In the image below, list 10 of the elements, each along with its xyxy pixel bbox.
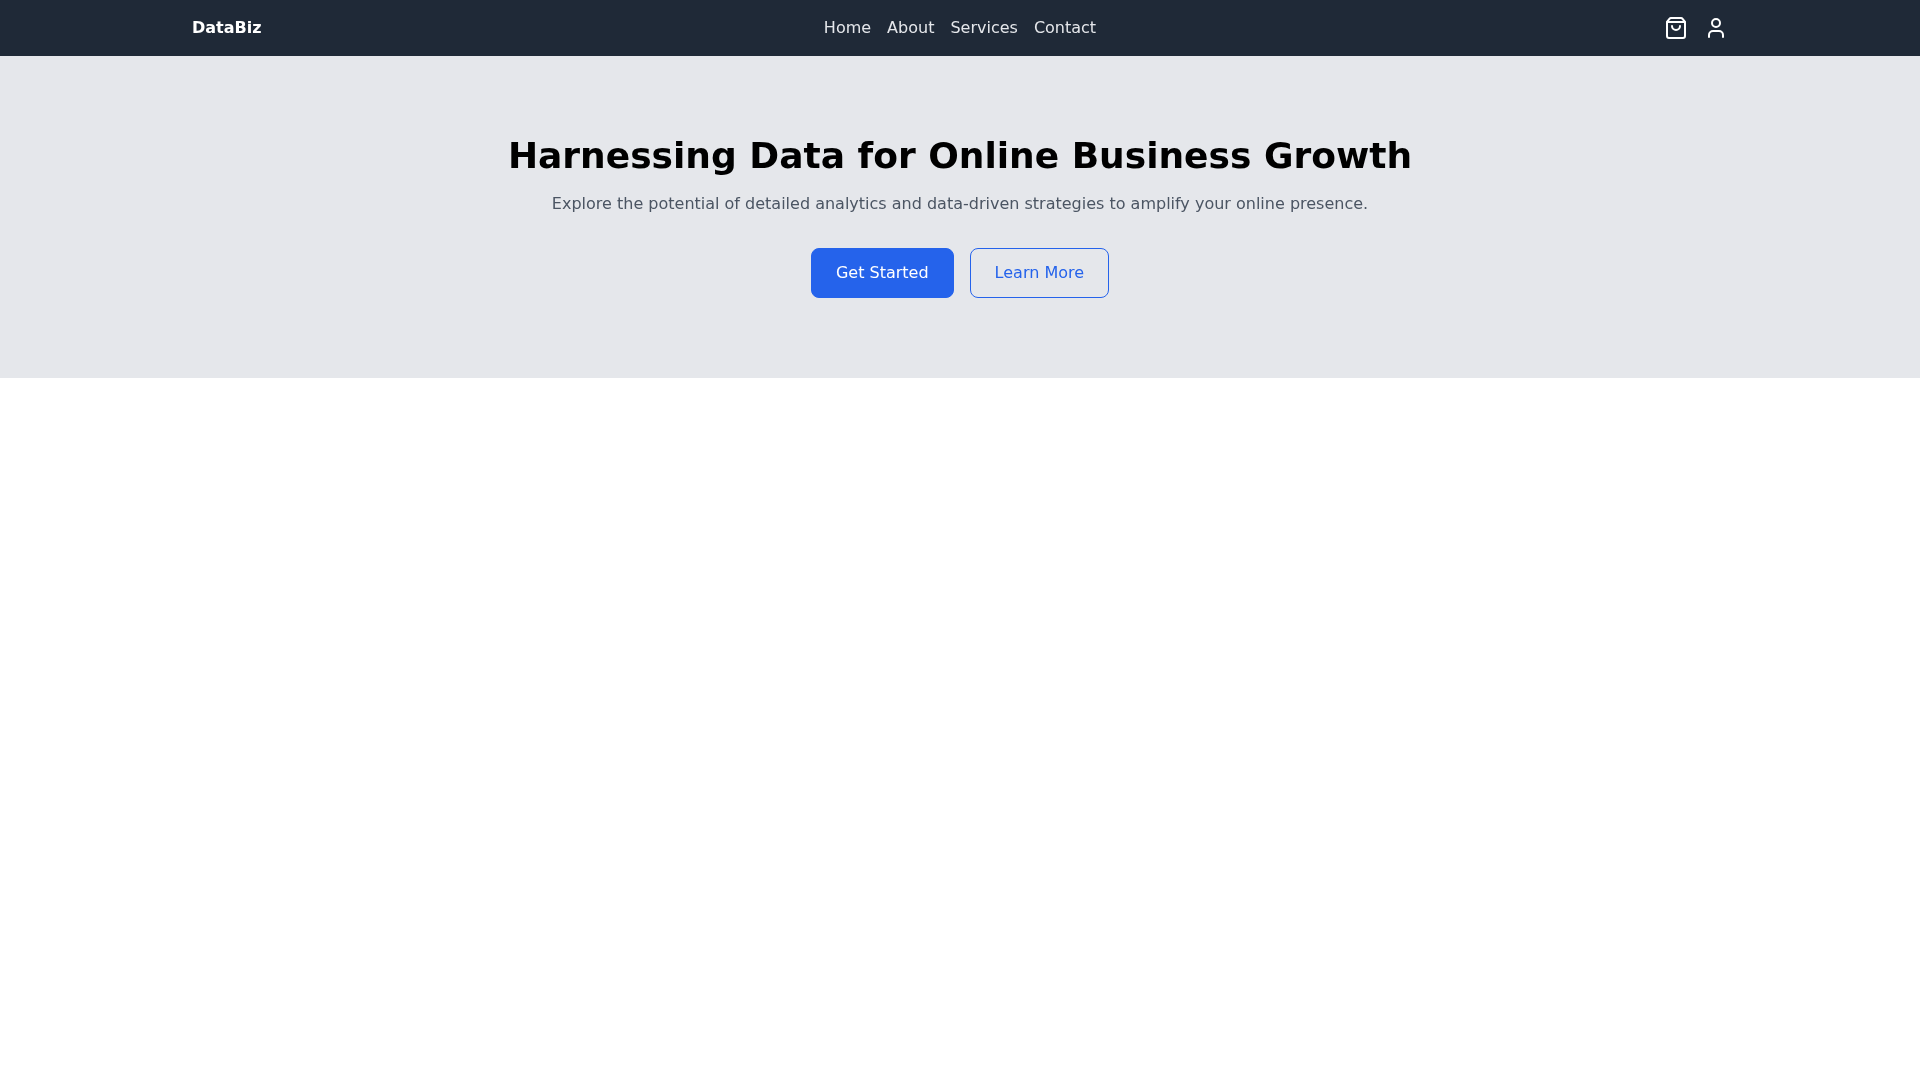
nav-link[interactable]: Home (823, 16, 872, 40)
nav-link[interactable]: Contact (1033, 16, 1097, 40)
nav-link[interactable]: About (887, 16, 935, 40)
brand-logo[interactable]: DataBiz (192, 16, 262, 40)
learn-more-button[interactable]: Learn More (969, 248, 1110, 298)
get-started-button[interactable]: Get Started (810, 248, 954, 298)
hero-heading: Harnessing Data for Online Business Growth (507, 136, 1413, 176)
shopping-bag-icon[interactable] (1664, 16, 1688, 40)
nav-link[interactable]: Services (950, 16, 1018, 40)
hero-subtitle: Explore the potential of detailed analytics and data-driven strategies to amplify your online presence. (551, 193, 1369, 215)
